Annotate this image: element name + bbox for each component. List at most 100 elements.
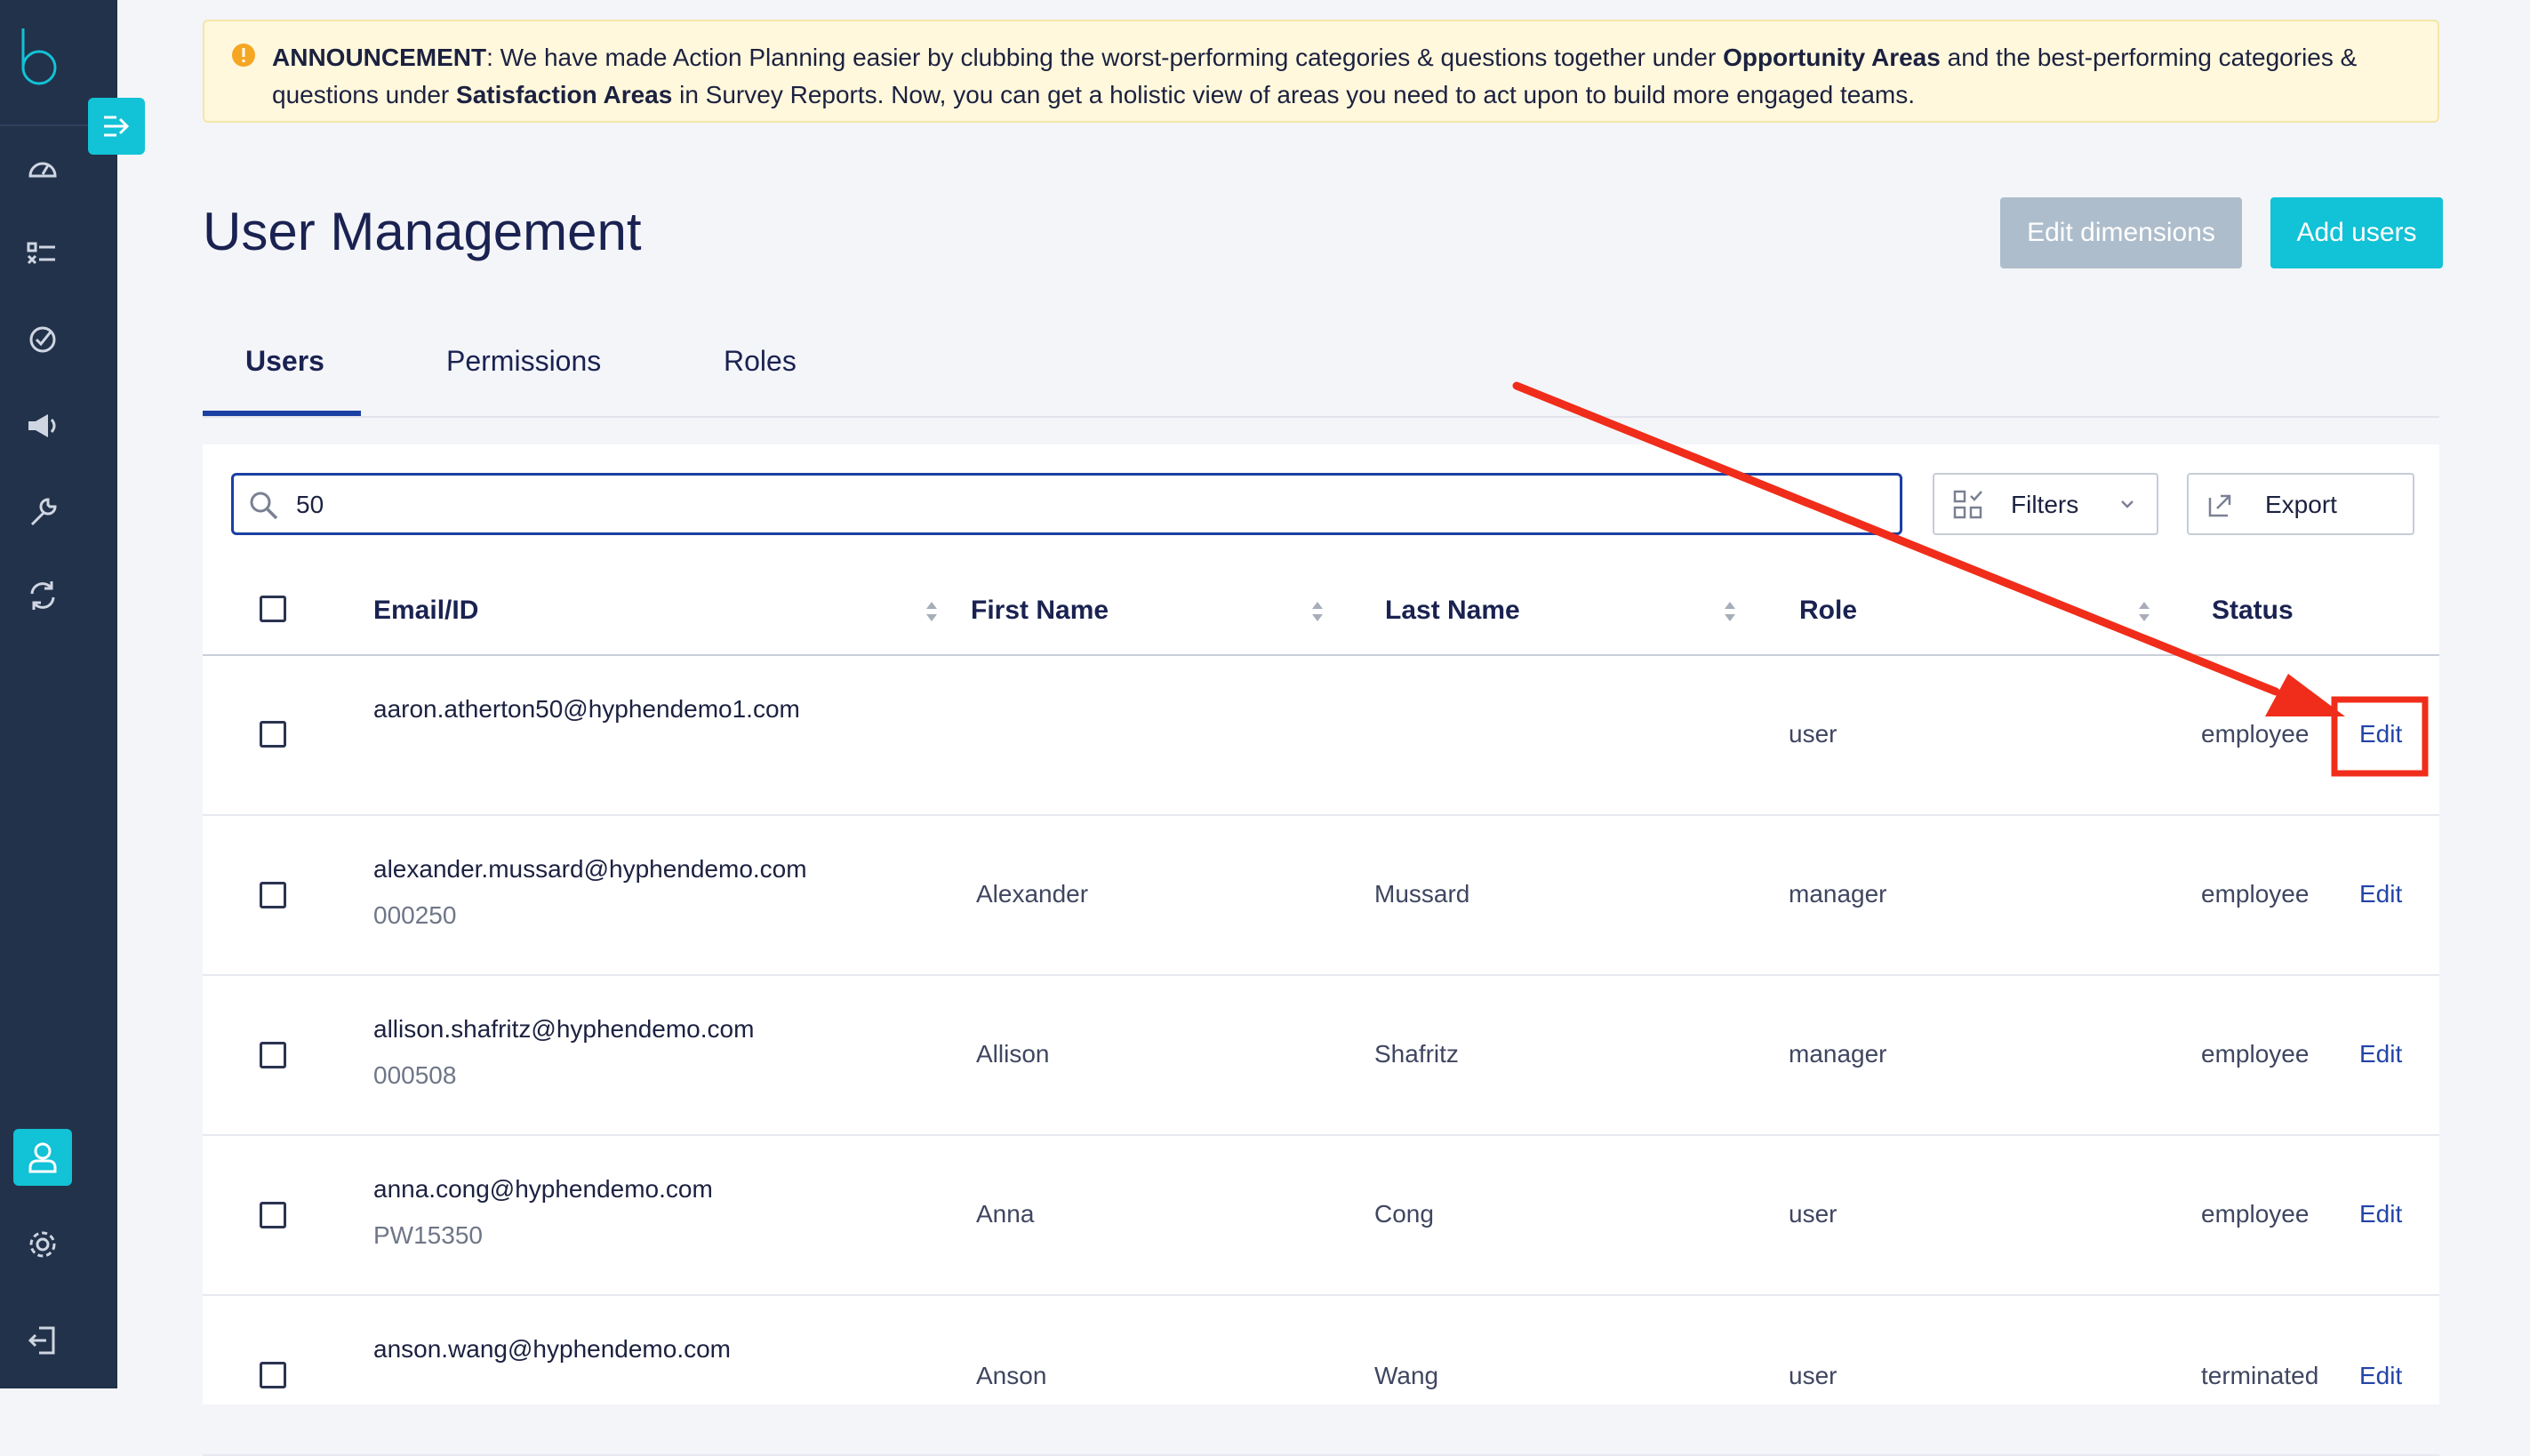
column-header-status[interactable]: Status (2212, 596, 2294, 626)
row-employee-id: PW15350 (373, 1221, 483, 1249)
active-tab-indicator (203, 411, 361, 416)
table-row: anson.wang@hyphendemo.com Anson Wang use… (203, 1296, 2439, 1456)
search-input[interactable] (294, 481, 1809, 529)
announcement-text-1: : We have made Action Planning easier by… (486, 44, 1724, 71)
chevron-down-icon (2121, 500, 2134, 508)
row-status: employee (2201, 1200, 2310, 1228)
announcement-text-3: in Survey Reports. Now, you can get a ho… (672, 81, 1916, 108)
search-box[interactable] (231, 473, 1902, 535)
row-email: anna.cong@hyphendemo.com (373, 1175, 713, 1203)
export-icon (2208, 494, 2231, 517)
table-row: alexander.mussard@hyphendemo.com 000250 … (203, 816, 2439, 976)
column-header-last-name[interactable]: Last Name (1385, 596, 1520, 626)
filters-label: Filters (2011, 491, 2079, 518)
nav-action-plan[interactable] (25, 322, 60, 357)
nav-logout[interactable] (25, 1323, 60, 1358)
nav-surveys[interactable] (25, 236, 60, 272)
search-icon (250, 492, 278, 520)
row-checkbox[interactable] (260, 1202, 286, 1228)
nav-users[interactable] (13, 1129, 72, 1186)
logout-icon (28, 1326, 55, 1355)
table-row: aaron.atherton50@hyphendemo1.com user em… (203, 656, 2439, 816)
tools-icon (30, 498, 57, 526)
filter-icon (1953, 490, 1982, 519)
row-role: user (1789, 720, 1837, 748)
row-last-name: Mussard (1374, 880, 1470, 908)
nav-sync[interactable] (25, 578, 60, 613)
edit-link[interactable]: Edit (2359, 1362, 2402, 1390)
announcement-prefix: ANNOUNCEMENT (272, 44, 487, 71)
nav-settings[interactable] (25, 1227, 60, 1262)
row-checkbox[interactable] (260, 1042, 286, 1068)
announcements-icon (28, 414, 56, 437)
sort-icon[interactable] (923, 597, 941, 626)
edit-link[interactable]: Edit (2359, 880, 2402, 908)
column-header-role[interactable]: Role (1799, 596, 1857, 626)
nav-announcements[interactable] (25, 407, 60, 443)
table-row: allison.shafritz@hyphendemo.com 000508 A… (203, 976, 2439, 1136)
nav-tools[interactable] (25, 494, 60, 530)
announcement-bold-1: Opportunity Areas (1723, 44, 1941, 71)
export-label: Export (2265, 491, 2337, 518)
edit-link[interactable]: Edit (2359, 1040, 2402, 1068)
row-email: allison.shafritz@hyphendemo.com (373, 1015, 755, 1043)
row-last-name: Shafritz (1374, 1040, 1459, 1068)
filters-button[interactable]: Filters (1933, 473, 2158, 535)
row-role: user (1789, 1362, 1837, 1389)
row-last-name: Wang (1374, 1362, 1439, 1389)
export-button[interactable]: Export (2187, 473, 2414, 535)
announcement-banner: ANNOUNCEMENT: We have made Action Planni… (203, 20, 2439, 123)
dashboard-icon (28, 162, 57, 178)
row-employee-id: 000250 (373, 901, 457, 929)
collapse-sidebar-button[interactable] (88, 98, 145, 155)
row-checkbox[interactable] (260, 882, 286, 908)
add-users-button[interactable]: Add users (2270, 197, 2443, 268)
row-role: manager (1789, 1040, 1887, 1068)
tab-bar: Users Permissions Roles (203, 331, 2439, 418)
edit-link[interactable]: Edit (2359, 1200, 2402, 1228)
row-status: employee (2201, 880, 2310, 908)
collapse-sidebar-icon (104, 116, 130, 137)
nav-dashboard[interactable] (25, 151, 60, 187)
logo-icon (21, 28, 57, 85)
row-employee-id: 000508 (373, 1061, 457, 1089)
row-status: employee (2201, 720, 2310, 748)
sort-icon[interactable] (1309, 597, 1326, 626)
edit-dimensions-button[interactable]: Edit dimensions (2000, 197, 2242, 268)
sidebar (0, 0, 117, 1388)
row-last-name: Cong (1374, 1200, 1434, 1228)
edit-link[interactable]: Edit (2359, 720, 2402, 748)
tab-permissions[interactable]: Permissions (446, 345, 601, 378)
sync-icon (30, 581, 55, 610)
row-first-name: Alexander (976, 880, 1089, 908)
row-email: anson.wang@hyphendemo.com (373, 1335, 732, 1363)
row-first-name: Anna (976, 1200, 1035, 1228)
settings-icon (29, 1231, 56, 1258)
select-all-checkbox[interactable] (260, 596, 286, 622)
row-checkbox[interactable] (260, 1362, 286, 1388)
user-icon (28, 1142, 57, 1173)
tab-roles[interactable]: Roles (724, 345, 797, 378)
tab-users[interactable]: Users (245, 345, 324, 378)
surveys-icon (27, 242, 55, 265)
column-header-email[interactable]: Email/ID (373, 596, 478, 626)
row-status: employee (2201, 1040, 2310, 1068)
row-checkbox[interactable] (260, 721, 286, 748)
row-first-name: Anson (976, 1362, 1047, 1389)
warning-icon (232, 44, 255, 67)
action-plan-icon (29, 326, 56, 353)
row-email: alexander.mussard@hyphendemo.com (373, 855, 807, 883)
row-status: terminated (2201, 1362, 2319, 1389)
sort-icon[interactable] (2135, 597, 2153, 626)
row-role: user (1789, 1200, 1837, 1228)
sort-icon[interactable] (1721, 597, 1739, 626)
row-email: aaron.atherton50@hyphendemo1.com (373, 695, 800, 723)
column-header-first-name[interactable]: First Name (971, 596, 1109, 626)
row-role: manager (1789, 880, 1887, 908)
table-row: anna.cong@hyphendemo.com PW15350 Anna Co… (203, 1136, 2439, 1296)
announcement-bold-2: Satisfaction Areas (456, 81, 673, 108)
row-first-name: Allison (976, 1040, 1050, 1068)
table-header: Email/ID First Name Last Name Role Statu… (203, 578, 2439, 656)
users-table-card: Filters Export Email/ID First Name Last … (203, 444, 2439, 1456)
page-title: User Management (203, 202, 642, 261)
